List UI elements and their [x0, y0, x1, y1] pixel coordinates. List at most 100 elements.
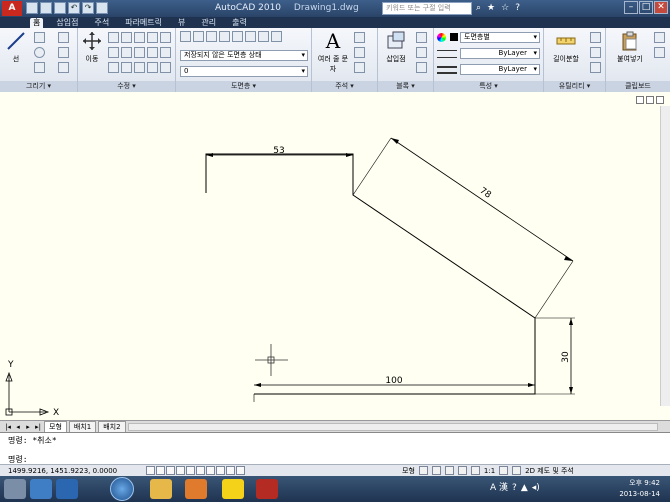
dimension-78[interactable]: 78	[352, 137, 574, 319]
ime-indicator[interactable]: A 漢	[490, 480, 508, 496]
layer-freeze-icon[interactable]	[258, 31, 269, 42]
player-icon[interactable]	[185, 479, 207, 499]
show-desktop-icon[interactable]	[4, 479, 26, 499]
polar-toggle[interactable]	[176, 466, 185, 475]
tab-annotate[interactable]: 주석	[91, 18, 112, 28]
stretch-icon[interactable]	[134, 47, 145, 58]
layer-unisolate-icon[interactable]	[245, 31, 256, 42]
prev-tab-icon[interactable]: ◂	[14, 423, 22, 431]
tab-parametric[interactable]: 파라메트릭	[122, 18, 165, 28]
break-icon[interactable]	[147, 62, 158, 73]
dimension-53[interactable]: 53	[206, 146, 353, 157]
edit-block-icon[interactable]	[416, 47, 427, 58]
search-input[interactable]: 키워드 또는 구절 입력	[382, 2, 472, 15]
select-all-icon[interactable]	[590, 47, 601, 58]
pan-icon[interactable]	[431, 466, 441, 475]
copy-clip-icon[interactable]	[654, 47, 665, 58]
communication-icon[interactable]: ★	[487, 2, 495, 15]
layout-icon[interactable]	[418, 466, 428, 475]
array-icon[interactable]	[160, 47, 171, 58]
command-window[interactable]: 명령: *취소* 명령:	[0, 432, 670, 464]
network-icon[interactable]: ▲	[521, 480, 528, 496]
join-icon[interactable]	[160, 62, 171, 73]
layer-properties-icon[interactable]	[180, 31, 191, 42]
otrack-toggle[interactable]	[196, 466, 205, 475]
browser-icon[interactable]	[30, 479, 52, 499]
tab-model[interactable]: 모형	[44, 421, 67, 432]
circle-icon[interactable]	[34, 47, 45, 58]
polyline-icon[interactable]	[34, 32, 45, 43]
plot-icon[interactable]	[96, 2, 108, 14]
dimension-100[interactable]: 100	[253, 376, 536, 402]
table-icon[interactable]	[354, 62, 365, 73]
tab-manage[interactable]: 관리	[198, 18, 219, 28]
layer-combo[interactable]: 0	[180, 66, 308, 77]
mtext-button[interactable]: A 여러 줄 문자	[316, 30, 350, 74]
hatch-icon[interactable]	[58, 47, 69, 58]
layer-state-icon[interactable]	[193, 31, 204, 42]
horizontal-scrollbar[interactable]	[128, 423, 658, 431]
calculator-icon[interactable]	[590, 62, 601, 73]
color-combo[interactable]: 도면층별	[460, 32, 540, 43]
lwt-toggle[interactable]	[226, 466, 235, 475]
dyn-toggle[interactable]	[216, 466, 225, 475]
favorites-icon[interactable]: ☆	[501, 2, 509, 15]
rotate-icon[interactable]	[108, 32, 119, 43]
leader-icon[interactable]	[354, 47, 365, 58]
first-tab-icon[interactable]: |◂	[4, 423, 12, 431]
insert-button[interactable]: 삽입점	[380, 30, 412, 64]
extend-icon[interactable]	[121, 62, 132, 73]
qp-toggle[interactable]	[236, 466, 245, 475]
panel-label[interactable]: 특성 ▾	[434, 81, 543, 92]
paste-button[interactable]: 붙여넣기	[612, 30, 648, 64]
layer-previous-icon[interactable]	[219, 31, 230, 42]
layer-state-combo[interactable]: 저장되지 않은 도면층 상태	[180, 50, 308, 61]
app-menu-button[interactable]: A	[2, 1, 22, 16]
annotation-scale[interactable]: 1:1	[484, 466, 495, 476]
help-tray-icon[interactable]: ?	[512, 480, 517, 496]
erase-icon[interactable]	[134, 32, 145, 43]
panel-label[interactable]: 수정 ▾	[78, 81, 175, 92]
arc-icon[interactable]	[34, 62, 45, 73]
zoom-icon[interactable]	[444, 466, 454, 475]
model-button[interactable]: 모형	[402, 466, 415, 476]
open-icon[interactable]	[40, 2, 52, 14]
rectangle-icon[interactable]	[58, 32, 69, 43]
new-icon[interactable]	[26, 2, 38, 14]
attribute-icon[interactable]	[416, 62, 427, 73]
last-tab-icon[interactable]: ▸|	[34, 423, 42, 431]
workspace-icon[interactable]	[512, 466, 522, 475]
mirror-icon[interactable]	[160, 32, 171, 43]
media-icon[interactable]	[56, 479, 78, 499]
tab-layout1[interactable]: 배치1	[68, 421, 97, 432]
fillet-icon[interactable]	[108, 47, 119, 58]
match-properties-icon[interactable]	[437, 33, 446, 42]
move-button[interactable]: 이동	[78, 30, 106, 64]
redo-icon[interactable]: ↷	[82, 2, 94, 14]
line-button[interactable]: 선	[2, 30, 30, 64]
offset-icon[interactable]	[108, 62, 119, 73]
dimension-30[interactable]: 30	[535, 317, 575, 395]
layer-match-icon[interactable]	[206, 31, 217, 42]
trim-icon[interactable]	[121, 32, 132, 43]
tab-insert[interactable]: 삽입점	[53, 18, 81, 28]
panel-label[interactable]: 유틸리티 ▾	[544, 81, 605, 92]
copy-icon[interactable]	[147, 32, 158, 43]
tab-output[interactable]: 출력	[229, 18, 250, 28]
next-tab-icon[interactable]: ▸	[24, 423, 32, 431]
region-icon[interactable]	[58, 62, 69, 73]
layer-isolate-icon[interactable]	[232, 31, 243, 42]
showmotion-icon[interactable]	[470, 466, 480, 475]
undo-icon[interactable]: ↶	[68, 2, 80, 14]
minimize-icon[interactable]: –	[624, 1, 638, 14]
help-icon[interactable]: ?	[515, 2, 520, 15]
maximize-icon[interactable]: □	[639, 1, 653, 14]
panel-label[interactable]: 그리기 ▾	[0, 81, 77, 92]
explode-icon[interactable]	[121, 47, 132, 58]
panel-label[interactable]: 주석 ▾	[312, 81, 377, 92]
cut-icon[interactable]	[654, 32, 665, 43]
tab-home[interactable]: 홈	[30, 18, 44, 28]
folder-icon[interactable]	[150, 479, 172, 499]
panel-label[interactable]: 블록 ▾	[378, 81, 433, 92]
steeringwheel-icon[interactable]	[457, 466, 467, 475]
